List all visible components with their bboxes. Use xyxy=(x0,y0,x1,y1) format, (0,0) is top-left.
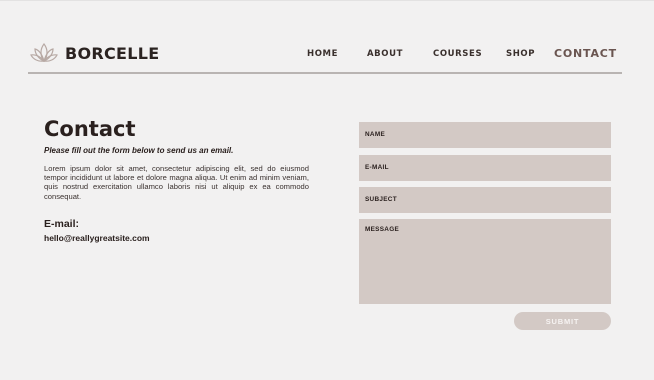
email-heading: E-mail: xyxy=(44,218,80,230)
nav-about[interactable]: ABOUT xyxy=(367,49,403,59)
page-subtitle: Please fill out the form below to send u… xyxy=(44,146,234,155)
name-field[interactable]: NAME xyxy=(359,122,611,148)
page-frame: BORCELLE HOME ABOUT COURSES SHOP CONTACT… xyxy=(0,0,654,380)
message-field-label: MESSAGE xyxy=(365,226,400,233)
main-nav: HOME ABOUT COURSES SHOP CONTACT xyxy=(0,47,654,63)
submit-button[interactable]: SUBMIT xyxy=(514,312,611,330)
nav-contact[interactable]: CONTACT xyxy=(554,47,617,60)
email-address-link[interactable]: hello@reallygreatsite.com xyxy=(44,233,150,243)
message-field[interactable]: MESSAGE xyxy=(359,219,611,304)
nav-shop[interactable]: SHOP xyxy=(506,49,535,59)
email-field-label: E-MAIL xyxy=(365,164,389,171)
intro-paragraph: Lorem ipsum dolor sit amet, consectetur … xyxy=(44,164,309,201)
subject-field[interactable]: SUBJECT xyxy=(359,187,611,213)
name-field-label: NAME xyxy=(365,131,386,138)
header-divider xyxy=(28,72,622,74)
nav-courses[interactable]: COURSES xyxy=(433,49,482,59)
email-field[interactable]: E-MAIL xyxy=(359,155,611,181)
nav-home[interactable]: HOME xyxy=(307,49,338,59)
subject-field-label: SUBJECT xyxy=(365,196,397,203)
page-title: Contact xyxy=(44,117,136,141)
